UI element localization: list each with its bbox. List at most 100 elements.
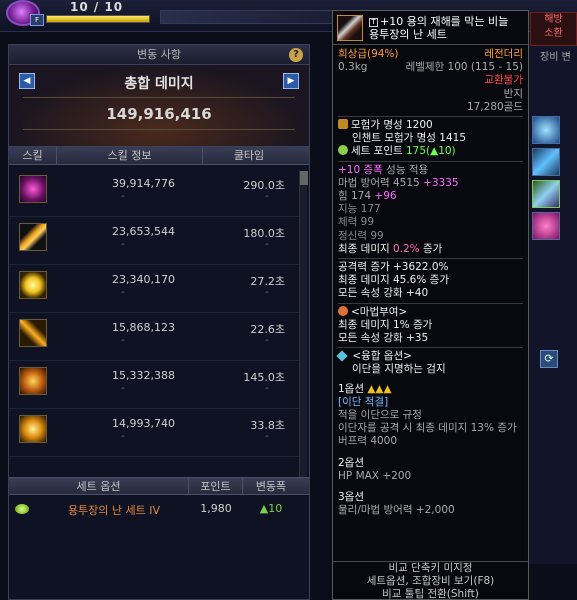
skill-row[interactable]: 14,993,740 33.8초 - - bbox=[9, 409, 299, 457]
purple-burst-skill-icon bbox=[19, 175, 47, 203]
fusion-title: <융합 옵션> bbox=[352, 350, 412, 363]
hp-bar-fill bbox=[47, 16, 149, 22]
tooltip-footer: 비교 단축키 미지정 세트옵션, 조합장비 보기(F8) 비교 툴팁 전환(Sh… bbox=[333, 561, 528, 599]
skill-cooldown: 180.0초 bbox=[243, 227, 285, 240]
set-name: 용투장의 난 세트 IV bbox=[67, 504, 161, 517]
divider bbox=[338, 302, 523, 304]
option2-label: 2옵션 bbox=[338, 456, 365, 469]
enchant-title: <마법부여> bbox=[351, 305, 408, 318]
item-slot-type: 반지 bbox=[503, 87, 523, 100]
column-header-set-option: 세트 옵션 bbox=[9, 478, 189, 494]
item-name-line2: 용투장의 난 세트 bbox=[369, 28, 447, 41]
adventurer-fame: 모험가 명성 1200 bbox=[351, 119, 433, 132]
skill-damage: 39,914,776 bbox=[112, 177, 175, 190]
intelligence: 지능 177 bbox=[338, 203, 381, 216]
divider bbox=[23, 97, 295, 98]
set-option-hint: 세트옵션, 조합장비 보기(F8) bbox=[366, 575, 495, 587]
divider bbox=[338, 258, 523, 260]
option1-desc2: 이단자를 공격 시 최종 데미지 13% 증가 bbox=[338, 422, 517, 435]
set-option-row[interactable]: 용투장의 난 세트 IV 1,980 ▲10 bbox=[9, 499, 309, 519]
spirit: 정신력 99 bbox=[338, 229, 384, 242]
cooldown-dash: - bbox=[265, 287, 269, 298]
cooldown-dash: - bbox=[265, 383, 269, 394]
summon-tab-label: 소환 bbox=[544, 28, 563, 39]
skill-cooldown: 145.0초 bbox=[243, 371, 285, 384]
option1-desc1: 적을 이단으로 규정 bbox=[338, 409, 422, 422]
enchant-fame: 인챈트 모험가 명성 1415 bbox=[352, 132, 467, 145]
final-damage-value: 0.2% bbox=[392, 242, 420, 255]
skill-info-dash: - bbox=[121, 191, 125, 202]
skill-damage: 15,868,123 bbox=[112, 321, 175, 334]
set-point-icon bbox=[15, 504, 29, 514]
trade-lock-icon: T bbox=[369, 18, 378, 27]
skill-info-dash: - bbox=[121, 335, 125, 346]
skill-damage: 15,332,388 bbox=[112, 369, 175, 382]
skill-row[interactable]: 23,653,544 180.0초 - - bbox=[9, 217, 299, 265]
enchant-icon bbox=[338, 305, 348, 316]
item-grade: 희상급(94%) bbox=[338, 48, 399, 60]
item-price: 17,280골드 bbox=[466, 100, 523, 113]
equipment-tab[interactable]: 장비 변 bbox=[540, 48, 571, 63]
skill-info-dash: - bbox=[121, 287, 125, 298]
option3-label: 3옵션 bbox=[338, 491, 365, 504]
cooldown-dash: - bbox=[265, 239, 269, 250]
magic-defense-bonus: +3335 bbox=[423, 176, 459, 189]
column-header-change: 변동폭 bbox=[255, 480, 287, 493]
vitality: 체력 99 bbox=[338, 216, 375, 229]
help-icon[interactable]: ? bbox=[289, 48, 303, 62]
set-point-value: 175(▲10) bbox=[405, 145, 456, 158]
solar-flare-skill-icon bbox=[19, 415, 47, 443]
scrollbar-thumb[interactable] bbox=[300, 171, 308, 185]
option1-tag: [이단 척결] bbox=[338, 395, 389, 408]
liberation-tab[interactable]: 해방 소환 bbox=[530, 12, 577, 46]
column-header-skill-info: 스킬 정보 bbox=[57, 147, 203, 164]
level-limit: 레벨제한 100 (115 - 15) bbox=[405, 61, 523, 74]
skill-row[interactable]: 39,914,776 290.0초 - - bbox=[9, 169, 299, 217]
equipment-slot-selected[interactable] bbox=[532, 180, 560, 208]
skill-damage: 23,653,544 bbox=[112, 225, 175, 238]
skill-info-dash: - bbox=[121, 431, 125, 442]
equipment-slot[interactable] bbox=[532, 116, 560, 144]
damage-window-title: 변동 사항 bbox=[137, 48, 181, 61]
skill-row[interactable]: 15,868,123 22.6초 - - bbox=[9, 313, 299, 361]
item-tooltip: T +10 용의 재해를 막는 비늘 용투장의 난 세트 희상급(94%) 레전더리… bbox=[332, 10, 529, 600]
set-points-change: ▲10 bbox=[259, 502, 283, 515]
divider bbox=[338, 116, 523, 118]
skill-damage: 14,993,740 bbox=[112, 417, 175, 430]
reinforce-label: +10 증폭 bbox=[338, 163, 383, 176]
fire-fist-skill-icon bbox=[19, 367, 47, 395]
all-element-option: 모든 속성 강화 +40 bbox=[338, 287, 429, 300]
cooldown-dash: - bbox=[265, 335, 269, 346]
divider bbox=[338, 347, 523, 349]
skill-cooldown: 290.0초 bbox=[243, 179, 285, 192]
skill-info-dash: - bbox=[121, 239, 125, 250]
column-header-points: 포인트 bbox=[189, 478, 243, 494]
cooldown-dash: - bbox=[265, 431, 269, 442]
hp-text: 10 / 10 bbox=[70, 0, 124, 14]
column-header-skill: 스킬 bbox=[9, 147, 57, 164]
skill-row[interactable]: 15,332,388 145.0초 - - bbox=[9, 361, 299, 409]
item-name: T +10 용의 재해를 막는 비늘 용투장의 난 세트 bbox=[369, 15, 527, 41]
set-point-label: 세트 포인트 bbox=[351, 145, 403, 158]
compare-toggle-hint: 비교 툴팁 전환(Shift) bbox=[382, 588, 479, 600]
adventurer-fame-icon bbox=[338, 119, 348, 130]
enchant-final-damage: 최종 데미지 1% 증가 bbox=[338, 318, 433, 331]
skill-table-header: 스킬 스킬 정보 쿨타임 bbox=[9, 147, 309, 165]
equipment-slot[interactable] bbox=[532, 148, 560, 176]
item-name-line1: +10 용의 재해를 막는 비늘 bbox=[380, 15, 509, 28]
skill-list-scrollbar[interactable] bbox=[299, 171, 308, 489]
set-point-icon bbox=[338, 145, 348, 156]
enchant-element: 모든 속성 강화 +35 bbox=[338, 332, 429, 345]
equipment-slot[interactable] bbox=[532, 212, 560, 240]
magic-defense: 마법 방어력 4515 bbox=[338, 176, 420, 189]
total-damage-value: 149,916,416 bbox=[106, 105, 212, 123]
skill-row[interactable]: 23,340,170 27.2초 - - bbox=[9, 265, 299, 313]
item-rarity: 레전더리 bbox=[484, 48, 523, 60]
damage-window-titlebar[interactable]: 변동 사항 ? bbox=[9, 45, 309, 65]
next-arrow-button[interactable]: ▶ bbox=[283, 73, 299, 89]
refresh-icon[interactable]: ⟳ bbox=[540, 350, 558, 368]
option1-stars: ▲▲▲ bbox=[367, 382, 392, 395]
final-damage-prefix: 최종 데미지 bbox=[338, 242, 390, 255]
fusion-icon bbox=[336, 350, 348, 362]
set-option-header: 세트 옵션 포인트 변동폭 bbox=[9, 477, 309, 495]
